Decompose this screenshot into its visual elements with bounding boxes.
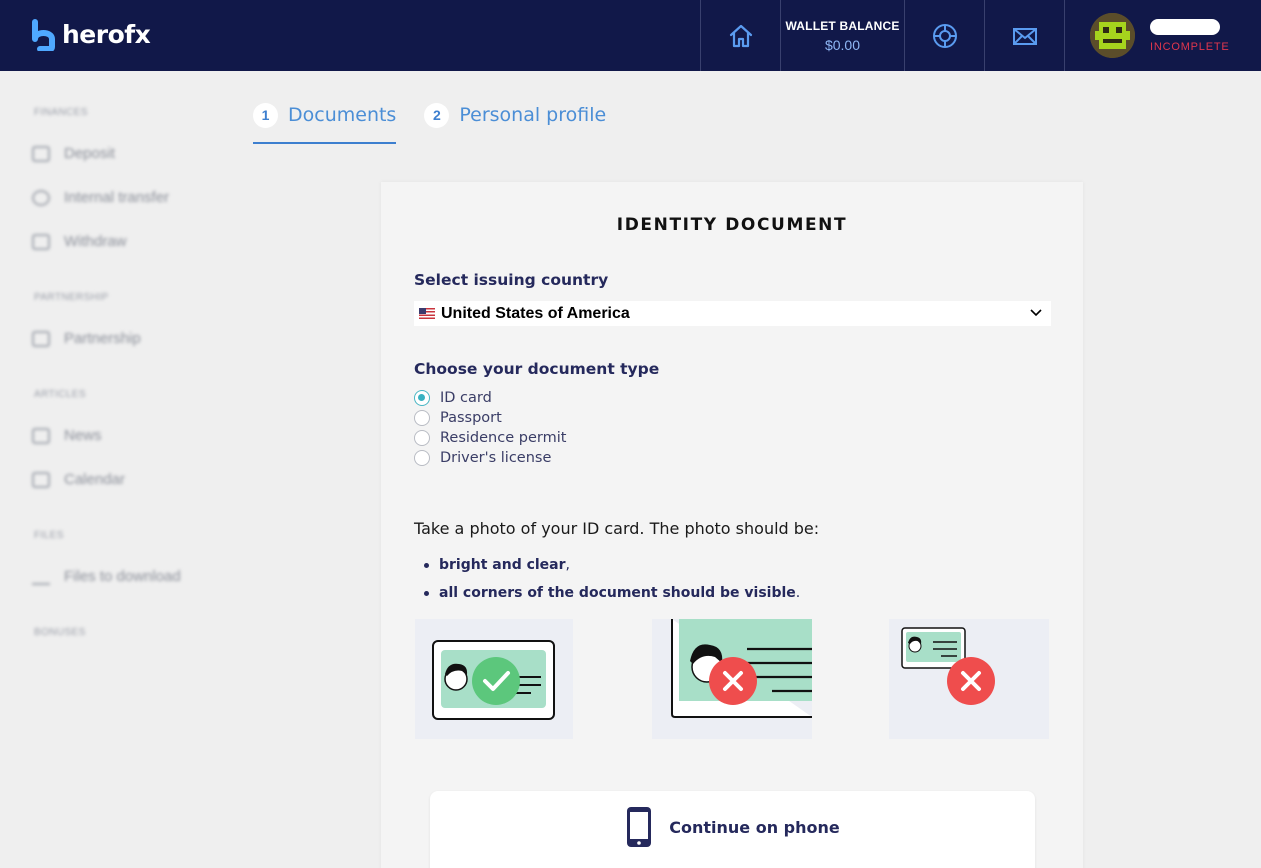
radio-label: ID card: [440, 390, 492, 406]
good-photo-example: [415, 619, 573, 739]
logo-text: herofx: [62, 19, 151, 49]
doc-type-id-card[interactable]: ID card: [414, 390, 492, 406]
radio-checked[interactable]: [414, 390, 430, 406]
download-icon: [32, 569, 50, 585]
radio-unchecked[interactable]: [414, 450, 430, 466]
radio-label: Residence permit: [440, 430, 567, 446]
news-icon: [32, 427, 50, 444]
sidebar-item-label: Files to download: [64, 568, 181, 585]
support-button[interactable]: [904, 0, 984, 71]
requirement-text: all corners of the document should be vi…: [439, 585, 796, 601]
sidebar-item-label: Internal transfer: [64, 189, 170, 206]
sidebar-item-files-to-download[interactable]: Files to download: [32, 568, 181, 585]
withdraw-icon: [32, 233, 50, 250]
doc-type-passport[interactable]: Passport: [414, 410, 502, 426]
account-status: INCOMPLETE: [1150, 40, 1230, 53]
verification-steps: 1 Documents 2 Personal profile: [253, 100, 606, 144]
sidebar-item-label: Partnership: [64, 330, 141, 347]
requirement-item: bright and clear,: [424, 557, 570, 573]
home-button[interactable]: [700, 0, 780, 71]
radio-label: Passport: [440, 410, 502, 426]
step-label: Personal profile: [459, 104, 607, 126]
transfer-icon: [32, 189, 50, 206]
radio-unchecked[interactable]: [414, 430, 430, 446]
issuing-country-value: United States of America: [441, 304, 630, 322]
wallet-balance-label: WALLET BALANCE: [785, 18, 900, 33]
chevron-down-icon: [1030, 309, 1042, 317]
wallet-balance-value: $0.00: [824, 36, 861, 53]
issuing-country-label: Select issuing country: [414, 271, 609, 289]
lifebuoy-icon: [932, 23, 957, 48]
step-label: Documents: [288, 104, 397, 126]
requirement-text: bright and clear: [439, 557, 566, 573]
requirement-punct: ,: [565, 557, 570, 573]
calendar-icon: [32, 471, 50, 488]
herofx-logo[interactable]: herofx: [30, 17, 151, 51]
sidebar-item-withdraw[interactable]: Withdraw: [32, 233, 127, 250]
sidebar-section-files: FILES: [34, 530, 64, 541]
smartphone-icon: [627, 807, 652, 847]
logo-mark-icon: [32, 19, 55, 51]
user-profile[interactable]: INCOMPLETE: [1064, 0, 1261, 71]
sidebar-item-news[interactable]: News: [32, 427, 102, 444]
sidebar-item-calendar[interactable]: Calendar: [32, 471, 125, 488]
handshake-icon: [32, 330, 50, 347]
continue-on-phone-button[interactable]: Continue on phone: [430, 791, 1035, 868]
too-small-photo-example: [889, 619, 1049, 739]
sidebar-section-finances: FINANCES: [34, 107, 88, 118]
avatar: [1090, 13, 1135, 58]
wallet-balance[interactable]: WALLET BALANCE $0.00: [780, 0, 904, 71]
radio-unchecked[interactable]: [414, 410, 430, 426]
requirement-item: all corners of the document should be vi…: [424, 585, 800, 601]
messages-button[interactable]: [984, 0, 1064, 71]
top-bar: herofx WALLET BALANCE $0.00 INCOMPLETE: [0, 0, 1261, 71]
tab-personal-profile[interactable]: 2 Personal profile: [424, 100, 606, 144]
sidebar-item-label: Deposit: [64, 145, 115, 162]
sidebar: FINANCES Deposit Internal transfer Withd…: [0, 71, 240, 868]
sidebar-item-label: News: [64, 427, 102, 444]
continue-on-phone-label: Continue on phone: [669, 817, 840, 837]
mail-icon: [1012, 27, 1037, 45]
cropped-photo-example: [652, 619, 812, 739]
radio-label: Driver's license: [440, 450, 552, 466]
user-name-redacted: [1150, 18, 1220, 35]
card-title: IDENTITY DOCUMENT: [616, 215, 848, 235]
wallet-icon: [32, 145, 50, 162]
sidebar-section-partnership: PARTNERSHIP: [34, 292, 109, 303]
us-flag-icon: [419, 308, 435, 319]
sidebar-item-deposit[interactable]: Deposit: [32, 145, 115, 162]
doc-type-residence-permit[interactable]: Residence permit: [414, 430, 566, 446]
step-number: 2: [424, 102, 450, 128]
issuing-country-select[interactable]: United States of America: [414, 301, 1051, 326]
doc-type-drivers-license[interactable]: Driver's license: [414, 450, 551, 466]
sidebar-section-articles: ARTICLES: [34, 389, 86, 400]
document-type-label: Choose your document type: [414, 360, 660, 378]
sidebar-item-label: Calendar: [64, 471, 125, 488]
tab-documents[interactable]: 1 Documents: [253, 100, 397, 144]
sidebar-item-partnership[interactable]: Partnership: [32, 330, 141, 347]
sidebar-item-label: Withdraw: [64, 233, 127, 250]
step-number: 1: [253, 102, 278, 128]
photo-instructions: Take a photo of your ID card. The photo …: [414, 519, 820, 538]
home-icon: [729, 24, 752, 47]
sidebar-section-bonuses: BONUSES: [34, 627, 86, 638]
identity-document-card: IDENTITY DOCUMENT Select issuing country…: [381, 182, 1083, 868]
sidebar-item-internal-transfer[interactable]: Internal transfer: [32, 189, 169, 206]
requirement-punct: .: [795, 585, 801, 601]
